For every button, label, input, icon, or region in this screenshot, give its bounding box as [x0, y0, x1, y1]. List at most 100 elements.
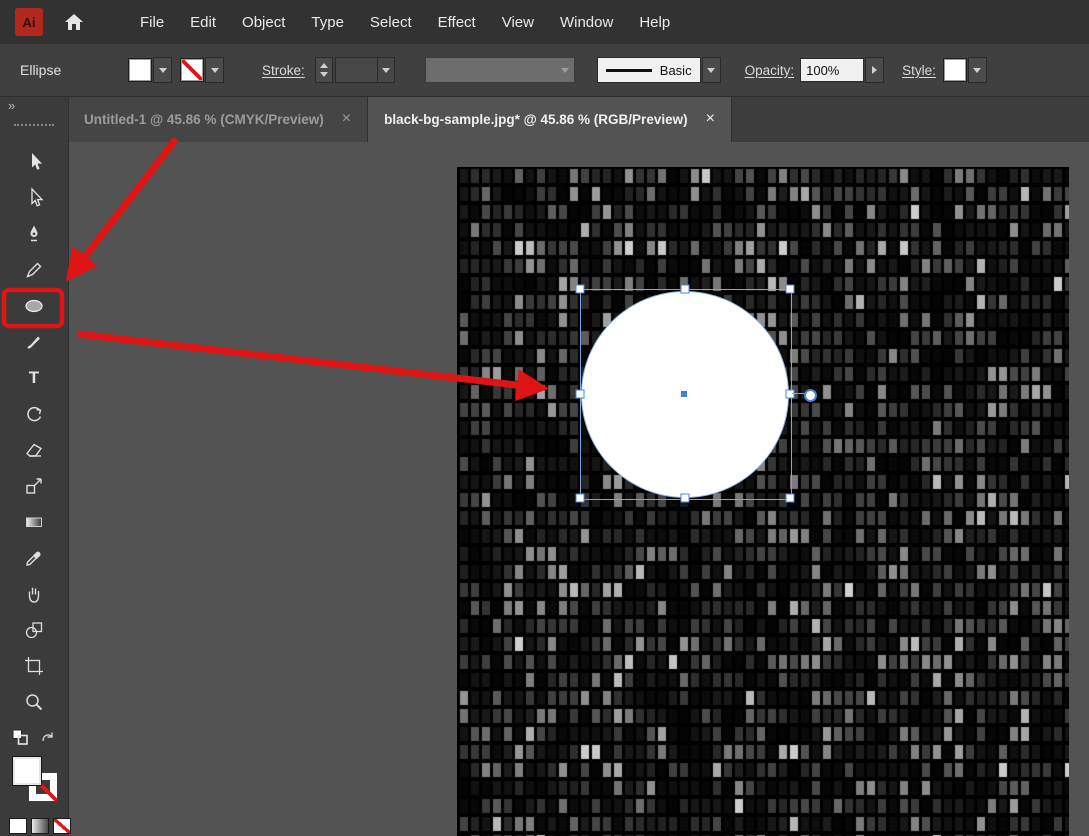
live-shape-widget[interactable] — [804, 389, 817, 402]
type-tool-icon: T — [29, 368, 39, 388]
fill-swatch-indicator[interactable] — [12, 756, 42, 786]
brush-definition-combo[interactable]: Basic — [597, 57, 701, 83]
style-dropdown[interactable] — [968, 57, 987, 83]
hand-tool[interactable] — [0, 576, 68, 612]
gradient-tool[interactable] — [0, 504, 68, 540]
stroke-panel-link[interactable]: Stroke: — [262, 63, 305, 78]
scale-tool[interactable] — [0, 468, 68, 504]
document-artboard[interactable] — [457, 167, 1069, 836]
tab-label: black-bg-sample.jpg* @ 45.86 % (RGB/Prev… — [384, 112, 688, 127]
chevron-down-icon — [973, 68, 981, 73]
home-icon — [63, 12, 85, 32]
opacity-panel-link[interactable]: Opacity: — [745, 63, 795, 78]
menu-effect[interactable]: Effect — [425, 0, 489, 44]
illustrator-window: Ai File Edit Object Type Select Effect V… — [0, 0, 1089, 836]
paintbrush-tool[interactable] — [0, 324, 68, 360]
fill-color-control — [128, 57, 172, 83]
chevron-down-icon — [320, 72, 328, 77]
stroke-weight-dropdown[interactable] — [377, 58, 394, 82]
fill-stroke-shortcuts — [0, 722, 68, 752]
chevron-down-icon — [211, 68, 219, 73]
pen-tool-icon — [23, 223, 45, 245]
menu-view[interactable]: View — [489, 0, 547, 44]
brush-definition-dropdown[interactable] — [702, 57, 721, 83]
control-bar: Ellipse Stroke: Basic Opacity: — [0, 44, 1089, 97]
app-logo-icon[interactable]: Ai — [15, 8, 43, 36]
fill-color-dropdown[interactable] — [153, 57, 172, 83]
active-tool-label: Ellipse — [20, 62, 128, 78]
tab-close-button[interactable]: × — [342, 110, 351, 128]
menu-bar: Ai File Edit Object Type Select Effect V… — [0, 0, 1089, 45]
ellipse-tool[interactable] — [0, 288, 68, 324]
menu-edit[interactable]: Edit — [177, 0, 229, 44]
tab-untitled-1[interactable]: Untitled-1 @ 45.86 % (CMYK/Preview) × — [68, 96, 368, 142]
opacity-input[interactable] — [800, 58, 864, 82]
menu-object[interactable]: Object — [229, 0, 298, 44]
selection-handle-nw[interactable] — [576, 285, 585, 294]
stroke-color-dropdown[interactable] — [205, 57, 224, 83]
menu-items: File Edit Object Type Select Effect View… — [127, 0, 683, 44]
selection-center-point[interactable] — [680, 390, 688, 398]
selection-handle-s[interactable] — [681, 494, 690, 503]
tab-label: Untitled-1 @ 45.86 % (CMYK/Preview) — [84, 112, 324, 127]
chevron-down-icon — [159, 68, 167, 73]
tab-black-bg-sample[interactable]: black-bg-sample.jpg* @ 45.86 % (RGB/Prev… — [368, 96, 732, 142]
style-swatch[interactable] — [943, 58, 967, 82]
chevron-down-icon — [561, 68, 569, 73]
panel-grip-handle[interactable] — [14, 124, 54, 126]
selection-handle-se[interactable] — [786, 494, 795, 503]
tab-close-button[interactable]: × — [706, 110, 715, 128]
style-panel-link[interactable]: Style: — [902, 63, 936, 78]
gradient-tool-icon — [23, 511, 45, 533]
menu-help[interactable]: Help — [626, 0, 683, 44]
eraser-tool[interactable] — [0, 432, 68, 468]
shape-builder-tool[interactable] — [0, 612, 68, 648]
pencil-tool[interactable] — [0, 252, 68, 288]
eyedropper-tool[interactable] — [0, 540, 68, 576]
none-button[interactable] — [53, 818, 71, 834]
chevron-right-icon — [872, 66, 877, 74]
eyedropper-tool-icon — [23, 547, 45, 569]
color-mode-buttons — [9, 818, 71, 834]
zoom-tool[interactable] — [0, 684, 68, 720]
shape-builder-tool-icon — [23, 619, 45, 641]
selection-handle-ne[interactable] — [786, 285, 795, 294]
hand-tool-icon — [23, 583, 45, 605]
brush-stroke-preview-icon — [606, 69, 652, 72]
brush-definition-value: Basic — [660, 63, 692, 78]
selection-handle-w[interactable] — [576, 390, 585, 399]
fill-color-swatch[interactable] — [128, 58, 152, 82]
tools-panel: » — [0, 96, 69, 836]
eraser-tool-icon — [23, 439, 45, 461]
stroke-weight-combo[interactable] — [335, 57, 395, 83]
stroke-color-swatch[interactable] — [180, 58, 204, 82]
menu-file[interactable]: File — [127, 0, 177, 44]
selection-tool[interactable] — [0, 144, 68, 180]
brush-definition-control: Basic — [597, 57, 721, 83]
chevron-up-icon — [320, 63, 328, 68]
expand-panel-button[interactable]: » — [8, 98, 16, 113]
stroke-weight-stepper[interactable] — [315, 57, 333, 83]
rotate-tool[interactable] — [0, 396, 68, 432]
selection-handle-sw[interactable] — [576, 494, 585, 503]
selection-handle-e[interactable] — [786, 390, 795, 399]
gradient-button[interactable] — [31, 818, 49, 834]
stroke-color-control — [180, 57, 224, 83]
default-fill-stroke-icon[interactable] — [12, 729, 28, 745]
home-button[interactable] — [63, 12, 85, 32]
menu-type[interactable]: Type — [298, 0, 357, 44]
pencil-tool-icon — [23, 259, 45, 281]
type-tool[interactable]: T — [0, 360, 68, 396]
menu-window[interactable]: Window — [547, 0, 626, 44]
menu-select[interactable]: Select — [357, 0, 425, 44]
artboard-tool[interactable] — [0, 648, 68, 684]
selection-handle-n[interactable] — [681, 285, 690, 294]
selection-tool-icon — [23, 151, 45, 173]
color-button[interactable] — [9, 818, 27, 834]
swap-fill-stroke-icon[interactable] — [40, 730, 56, 744]
width-profile-combo — [425, 57, 575, 83]
direct-selection-tool[interactable] — [0, 180, 68, 216]
opacity-dropdown[interactable] — [865, 57, 884, 83]
black-bg-sample-image[interactable] — [457, 167, 1069, 836]
pen-tool[interactable] — [0, 216, 68, 252]
